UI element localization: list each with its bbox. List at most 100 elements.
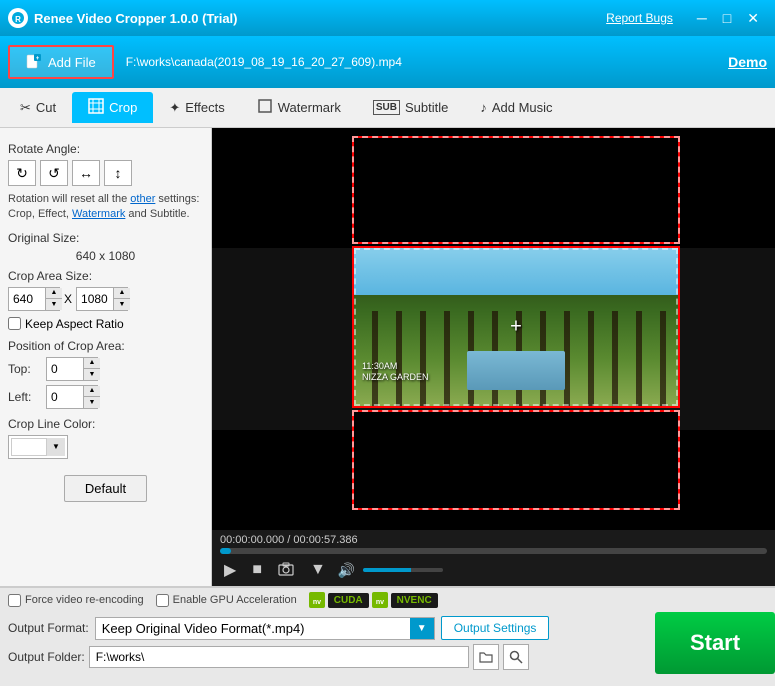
flip-h-button[interactable]: ↔ xyxy=(72,160,100,186)
crop-height-down[interactable]: ▼ xyxy=(114,299,130,310)
cuda-badge: CUDA xyxy=(328,593,369,608)
default-button[interactable]: Default xyxy=(64,475,147,502)
top-up[interactable]: ▲ xyxy=(84,358,100,369)
restore-button[interactable]: □ xyxy=(715,8,739,28)
original-size-value: 640 x 1080 xyxy=(8,249,203,263)
force-reencoding-row: Force video re-encoding xyxy=(8,594,144,607)
folder-path-input[interactable] xyxy=(89,646,469,668)
tab-watermark[interactable]: Watermark xyxy=(241,92,357,123)
svg-text:+: + xyxy=(36,56,40,62)
bottom-section: Force video re-encoding Enable GPU Accel… xyxy=(0,586,775,674)
force-reencoding-checkbox[interactable] xyxy=(8,594,21,607)
tab-addmusic[interactable]: ♪ Add Music xyxy=(464,94,568,121)
rotate-ccw-button[interactable]: ↺ xyxy=(40,160,68,186)
color-dropdown-arrow[interactable]: ▼ xyxy=(47,438,65,456)
warning-link2[interactable]: Watermark xyxy=(72,208,125,220)
tab-subtitle-label: Subtitle xyxy=(405,100,448,115)
output-settings-button[interactable]: Output Settings xyxy=(441,616,550,640)
nvenc-badge: NVENC xyxy=(391,593,438,608)
x-separator: X xyxy=(64,292,72,306)
left-down[interactable]: ▼ xyxy=(84,397,100,408)
crop-width-input[interactable] xyxy=(9,290,45,308)
tab-effects[interactable]: ✦ Effects xyxy=(153,94,240,122)
top-down[interactable]: ▼ xyxy=(84,369,100,380)
start-button[interactable]: Start xyxy=(655,612,775,674)
svg-text:nv: nv xyxy=(376,599,384,606)
crop-area-bottom xyxy=(352,410,680,510)
search-folder-button[interactable] xyxy=(503,644,529,670)
format-row: Output Format: Keep Original Video Forma… xyxy=(8,616,647,640)
effects-icon: ✦ xyxy=(169,100,180,116)
enable-gpu-checkbox[interactable] xyxy=(156,594,169,607)
play-button[interactable]: ▶ xyxy=(220,558,240,582)
color-picker[interactable]: ▼ xyxy=(8,435,68,459)
demo-link[interactable]: Demo xyxy=(728,54,767,70)
format-select-arrow[interactable]: ▼ xyxy=(410,618,434,639)
volume-slider[interactable] xyxy=(363,568,443,572)
crop-height-input[interactable] xyxy=(77,290,113,308)
warning-link[interactable]: other xyxy=(130,193,155,205)
output-folder-label: Output Folder: xyxy=(8,650,85,664)
enable-gpu-row: Enable GPU Acceleration xyxy=(156,594,297,607)
color-swatch xyxy=(11,438,47,456)
tab-subtitle[interactable]: SUB Subtitle xyxy=(357,94,465,121)
crop-line-color-label: Crop Line Color: xyxy=(8,417,203,431)
rotate-angle-label: Rotate Angle: xyxy=(8,142,203,156)
keep-aspect-ratio-checkbox[interactable] xyxy=(8,317,21,330)
search-icon xyxy=(509,650,523,664)
crop-height-up[interactable]: ▲ xyxy=(114,288,130,299)
camera-icon xyxy=(278,562,294,576)
crop-area-size-label: Crop Area Size: xyxy=(8,269,203,283)
browse-folder-button[interactable] xyxy=(473,644,499,670)
crop-area-top xyxy=(352,136,680,244)
rotation-warning: Rotation will reset all the other settin… xyxy=(8,192,203,223)
enable-gpu-label[interactable]: Enable GPU Acceleration xyxy=(173,594,297,606)
progress-bar[interactable] xyxy=(220,548,767,554)
snapshot-dropdown[interactable]: ▼ xyxy=(306,559,330,581)
position-left-row: Left: ▲ ▼ xyxy=(8,385,203,409)
progress-fill xyxy=(220,548,231,554)
left-up[interactable]: ▲ xyxy=(84,386,100,397)
position-crop-label: Position of Crop Area: xyxy=(8,339,203,353)
main-content: Rotate Angle: ↻ ↺ ↔ ↕ Rotation will rese… xyxy=(0,128,775,586)
rotate-controls: ↻ ↺ ↔ ↕ xyxy=(8,160,203,186)
output-format-label: Output Format: xyxy=(8,621,89,635)
report-bugs-link[interactable]: Report Bugs xyxy=(606,11,673,25)
folder-icon xyxy=(479,651,493,663)
add-file-button[interactable]: + Add File xyxy=(8,45,114,79)
left-value-input[interactable] xyxy=(47,388,83,406)
left-spinbox[interactable]: ▲ ▼ xyxy=(46,385,98,409)
tab-watermark-label: Watermark xyxy=(278,100,341,115)
app-logo: R xyxy=(8,8,28,28)
rotate-cw-button[interactable]: ↻ xyxy=(8,160,36,186)
music-icon: ♪ xyxy=(480,100,487,115)
stop-button[interactable]: ■ xyxy=(248,559,266,581)
force-reencoding-label[interactable]: Force video re-encoding xyxy=(25,594,144,606)
watermark-icon xyxy=(257,98,273,117)
gpu-badges: nv CUDA nv NVENC xyxy=(309,592,438,608)
left-label: Left: xyxy=(8,390,38,404)
close-button[interactable]: ✕ xyxy=(739,8,767,29)
crop-size-row: ▲ ▼ X ▲ ▼ xyxy=(8,287,203,311)
tab-effects-label: Effects xyxy=(185,100,225,115)
tab-cut[interactable]: ✂ Cut xyxy=(4,94,72,122)
flip-v-button[interactable]: ↕ xyxy=(104,160,132,186)
output-left: Output Format: Keep Original Video Forma… xyxy=(0,612,655,674)
top-value-input[interactable] xyxy=(47,360,83,378)
aspect-ratio-row: Keep Aspect Ratio xyxy=(8,317,203,331)
encoding-row: Force video re-encoding Enable GPU Accel… xyxy=(0,587,775,612)
crop-height-spinbox[interactable]: ▲ ▼ xyxy=(76,287,128,311)
minimize-button[interactable]: ─ xyxy=(689,8,715,28)
top-spinbox[interactable]: ▲ ▼ xyxy=(46,357,98,381)
crop-width-spinbox[interactable]: ▲ ▼ xyxy=(8,287,60,311)
nvidia-icon: nv xyxy=(309,592,325,608)
crop-width-up[interactable]: ▲ xyxy=(46,288,62,299)
tab-crop[interactable]: Crop xyxy=(72,92,153,123)
output-section: Output Format: Keep Original Video Forma… xyxy=(0,612,775,674)
keep-aspect-ratio-label[interactable]: Keep Aspect Ratio xyxy=(25,317,124,331)
snapshot-button[interactable] xyxy=(274,560,298,581)
left-panel: Rotate Angle: ↻ ↺ ↔ ↕ Rotation will rese… xyxy=(0,128,212,586)
title-bar: R Renee Video Cropper 1.0.0 (Trial) Repo… xyxy=(0,0,775,36)
top-toolbar: + Add File F:\works\canada(2019_08_19_16… xyxy=(0,36,775,88)
crop-width-down[interactable]: ▼ xyxy=(46,299,62,310)
